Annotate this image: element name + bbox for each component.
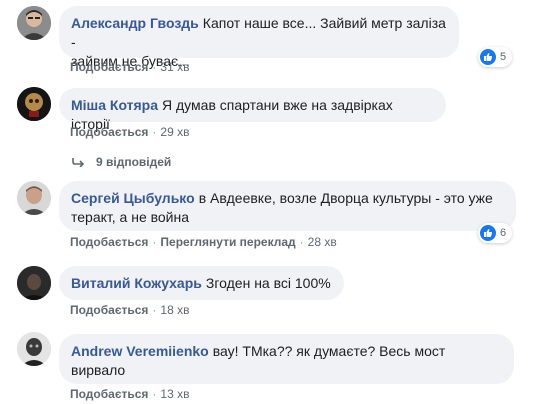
like-link[interactable]: Подобається <box>70 235 148 249</box>
reaction-number: 6 <box>500 227 507 239</box>
like-link[interactable]: Подобається <box>70 387 148 401</box>
like-thumb-icon <box>480 49 496 65</box>
comment-actions: Подобається · 29 хв <box>70 124 189 140</box>
comment-actions: Подобається · 31 хв <box>70 59 189 75</box>
avatar[interactable] <box>17 266 51 300</box>
avatar[interactable] <box>17 87 51 121</box>
comment-text: вау! ТМка?? як думаєте? Весь мост <box>212 343 446 359</box>
reaction-number: 5 <box>500 51 507 63</box>
like-link[interactable]: Подобається <box>70 60 148 74</box>
comment-actions: Подобається · 13 хв <box>70 386 189 402</box>
reply-arrow-icon <box>72 157 86 167</box>
comment-text-continued: вирвало <box>71 362 126 378</box>
separator-dot: · <box>152 235 157 249</box>
separator-dot: · <box>152 125 157 139</box>
comment-text-continued: теракт, а не война <box>71 209 190 225</box>
timestamp[interactable]: 13 хв <box>160 387 189 401</box>
separator-dot: · <box>299 235 304 249</box>
avatar[interactable] <box>17 332 51 366</box>
comment-author[interactable]: Виталий Кожухарь <box>71 275 202 291</box>
like-link[interactable]: Подобається <box>70 303 148 317</box>
comment-bubble: Сергей Цыбулько в Авдеевке, возле Дворца … <box>59 181 516 231</box>
replies-count[interactable]: 9 відповідей <box>96 155 171 169</box>
comment-author[interactable]: Сергей Цыбулько <box>71 190 195 206</box>
comment-actions: Подобається · Переглянути переклад · 28 хв <box>70 234 337 250</box>
timestamp[interactable]: 18 хв <box>160 303 189 317</box>
reaction-count[interactable]: 6 <box>478 223 513 243</box>
comment-author[interactable]: Andrew Veremiienko <box>71 343 209 359</box>
comment-text: в Авдеевке, возле Дворца культуры - это … <box>198 190 493 206</box>
comment-bubble: Виталий Кожухарь Згоден на всі 100% <box>59 266 344 300</box>
comment-bubble: Andrew Veremiienko вау! ТМка?? як думаєте… <box>59 334 514 384</box>
reaction-count[interactable]: 5 <box>478 47 513 67</box>
comment-bubble: Александр Гвоздь Капот наше все... Зайвий… <box>59 6 459 69</box>
like-link[interactable]: Подобається <box>70 125 148 139</box>
separator-dot: · <box>152 60 157 74</box>
avatar[interactable] <box>17 6 51 40</box>
translate-link[interactable]: Переглянути переклад <box>160 235 295 249</box>
comment-text: Згоден на всі 100% <box>205 275 331 291</box>
separator-dot: · <box>152 387 157 401</box>
view-replies-link[interactable]: 9 відповідей <box>72 155 171 169</box>
like-thumb-icon <box>480 225 496 241</box>
comment-author[interactable]: Александр Гвоздь <box>71 15 199 31</box>
comment-author[interactable]: Міша Котяра <box>71 97 158 113</box>
comment-bubble: Міша Котяра Я думав спартани вже на задві… <box>59 88 446 132</box>
timestamp[interactable]: 31 хв <box>160 60 189 74</box>
avatar[interactable] <box>17 181 51 215</box>
timestamp[interactable]: 28 хв <box>308 235 337 249</box>
separator-dot: · <box>152 303 157 317</box>
timestamp[interactable]: 29 хв <box>160 125 189 139</box>
comment-actions: Подобається · 18 хв <box>70 302 189 318</box>
